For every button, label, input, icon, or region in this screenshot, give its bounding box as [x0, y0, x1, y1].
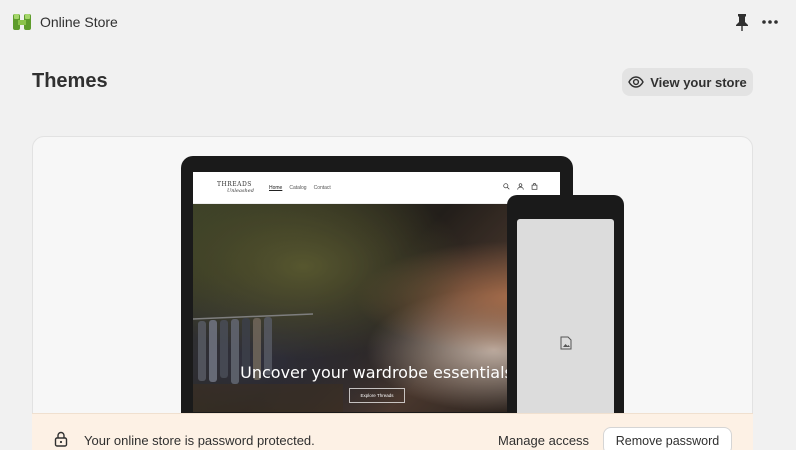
desktop-preview-screen[interactable]: THREADS Unleashed Home Catalog Contact U…: [193, 172, 560, 412]
lock-icon: [54, 431, 68, 447]
preview-site-icons: [503, 183, 538, 190]
online-store-icon: [13, 14, 31, 30]
preview-hero-heading: Uncover your wardrobe essentials: [240, 363, 513, 382]
mobile-preview-screen[interactable]: [517, 219, 614, 429]
preview-account-icon: [517, 183, 524, 190]
pin-icon[interactable]: [734, 13, 750, 31]
preview-site-logo-script: Unleashed: [227, 188, 254, 194]
preview-site-logo: THREADS: [217, 181, 252, 188]
preview-nav-contact: Contact: [313, 185, 331, 191]
preview-hero-button: Explore Threads: [349, 388, 405, 403]
password-protection-banner: Your online store is password protected.…: [32, 413, 753, 450]
view-your-store-label: View your store: [650, 74, 747, 90]
manage-access-link[interactable]: Manage access: [498, 433, 589, 448]
preview-site-nav: Home Catalog Contact: [269, 185, 331, 191]
image-placeholder-icon: [560, 336, 572, 350]
password-protected-message: Your online store is password protected.: [84, 433, 315, 448]
remove-password-button[interactable]: Remove password: [603, 427, 732, 450]
page-title: Themes: [32, 70, 108, 92]
view-your-store-button[interactable]: View your store: [622, 68, 753, 96]
eye-icon: [628, 76, 645, 88]
preview-cart-icon: [531, 183, 538, 190]
preview-site-header: THREADS Unleashed Home Catalog Contact: [193, 172, 560, 204]
app-title: Online Store: [40, 14, 118, 30]
more-horizontal-icon[interactable]: [760, 13, 780, 31]
preview-nav-catalog: Catalog: [289, 185, 307, 191]
theme-preview-card: THREADS Unleashed Home Catalog Contact U…: [32, 136, 753, 450]
preview-search-icon: [503, 183, 510, 190]
mobile-preview-frame: [507, 195, 624, 435]
preview-nav-home: Home: [269, 185, 283, 191]
top-bar: Online Store: [0, 0, 796, 44]
preview-hero-image: Uncover your wardrobe essentials Explore…: [193, 204, 560, 412]
